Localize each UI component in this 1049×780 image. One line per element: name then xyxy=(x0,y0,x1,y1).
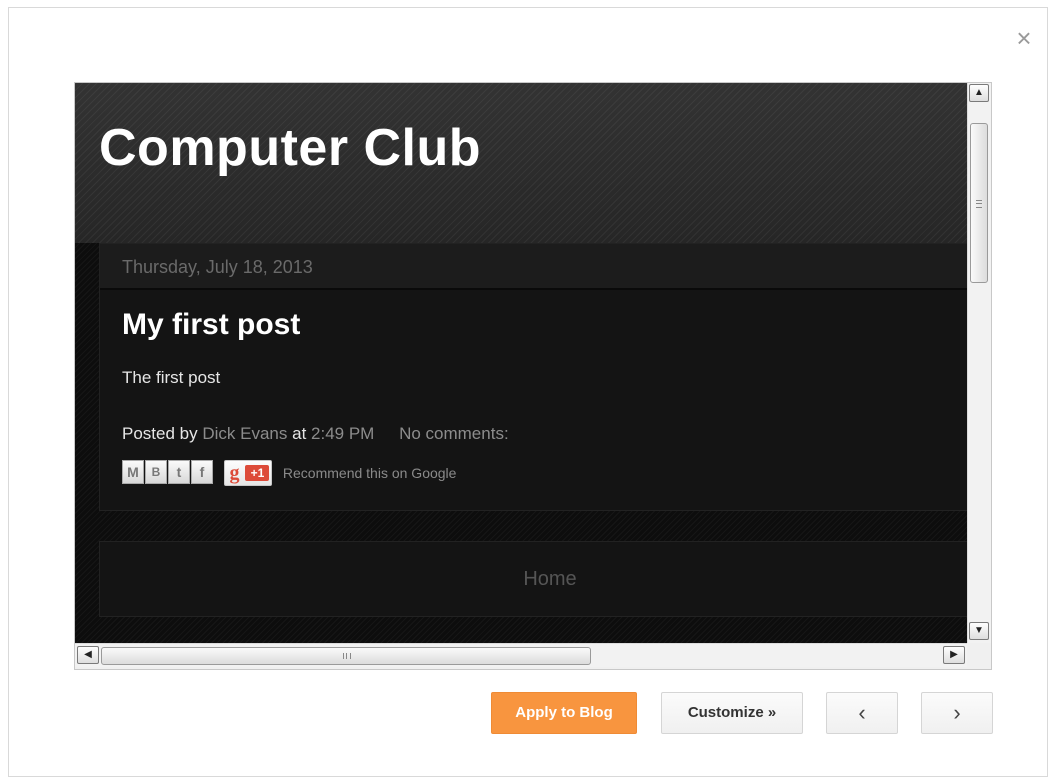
plus-one-label: +1 xyxy=(245,465,270,481)
horizontal-scrollbar[interactable]: ◀ ▶ xyxy=(75,643,967,667)
recommend-text: Recommend this on Google xyxy=(282,465,457,481)
vertical-scroll-thumb[interactable] xyxy=(970,123,988,283)
vertical-scrollbar[interactable]: ▲ ▼ xyxy=(967,83,991,643)
customize-button[interactable]: Customize » xyxy=(661,692,803,734)
blog-header: Computer Club xyxy=(75,83,967,243)
post-footer: Posted by Dick Evans at 2:49 PM No comme… xyxy=(122,424,509,444)
blog-preview-viewport: Computer Club Thursday, July 18, 2013 My… xyxy=(75,83,967,643)
comments-link[interactable]: No comments: xyxy=(399,424,509,443)
author-link[interactable]: Dick Evans xyxy=(202,424,287,443)
post-time-link[interactable]: 2:49 PM xyxy=(311,424,374,443)
posted-by-label: Posted by xyxy=(122,424,198,443)
post-date: Thursday, July 18, 2013 xyxy=(122,257,313,277)
email-icon[interactable]: M xyxy=(122,460,144,484)
close-icon[interactable]: × xyxy=(1012,25,1036,51)
home-nav-box: Home xyxy=(99,541,967,617)
share-buttons: MBtf g +1 Recommend this on Google xyxy=(122,460,456,486)
blogthis-icon[interactable]: B xyxy=(145,460,167,484)
grip-icon xyxy=(343,653,351,659)
post-container: Thursday, July 18, 2013 My first post Th… xyxy=(99,243,967,511)
grip-icon xyxy=(976,200,982,208)
scroll-right-arrow-icon[interactable]: ▶ xyxy=(943,646,965,664)
google-plus-icon: g xyxy=(229,462,240,484)
previous-template-button[interactable]: ‹ xyxy=(826,692,898,734)
scroll-left-arrow-icon[interactable]: ◀ xyxy=(77,646,99,664)
scroll-down-arrow-icon[interactable]: ▼ xyxy=(969,622,989,640)
post-body: The first post xyxy=(122,368,221,387)
post-title[interactable]: My first post xyxy=(122,308,300,342)
blog-title[interactable]: Computer Club xyxy=(99,118,481,178)
at-label: at xyxy=(292,424,307,443)
scroll-up-arrow-icon[interactable]: ▲ xyxy=(969,84,989,102)
horizontal-scroll-thumb[interactable] xyxy=(101,647,591,665)
scrollbar-corner xyxy=(967,643,991,667)
facebook-icon[interactable]: f xyxy=(191,460,213,484)
twitter-icon[interactable]: t xyxy=(168,460,190,484)
google-plus-one-button[interactable]: g +1 xyxy=(224,460,273,486)
apply-to-blog-button[interactable]: Apply to Blog xyxy=(491,692,637,734)
home-link[interactable]: Home xyxy=(100,568,967,591)
date-header: Thursday, July 18, 2013 xyxy=(100,244,967,290)
preview-frame: Computer Club Thursday, July 18, 2013 My… xyxy=(74,82,992,670)
next-template-button[interactable]: › xyxy=(921,692,993,734)
